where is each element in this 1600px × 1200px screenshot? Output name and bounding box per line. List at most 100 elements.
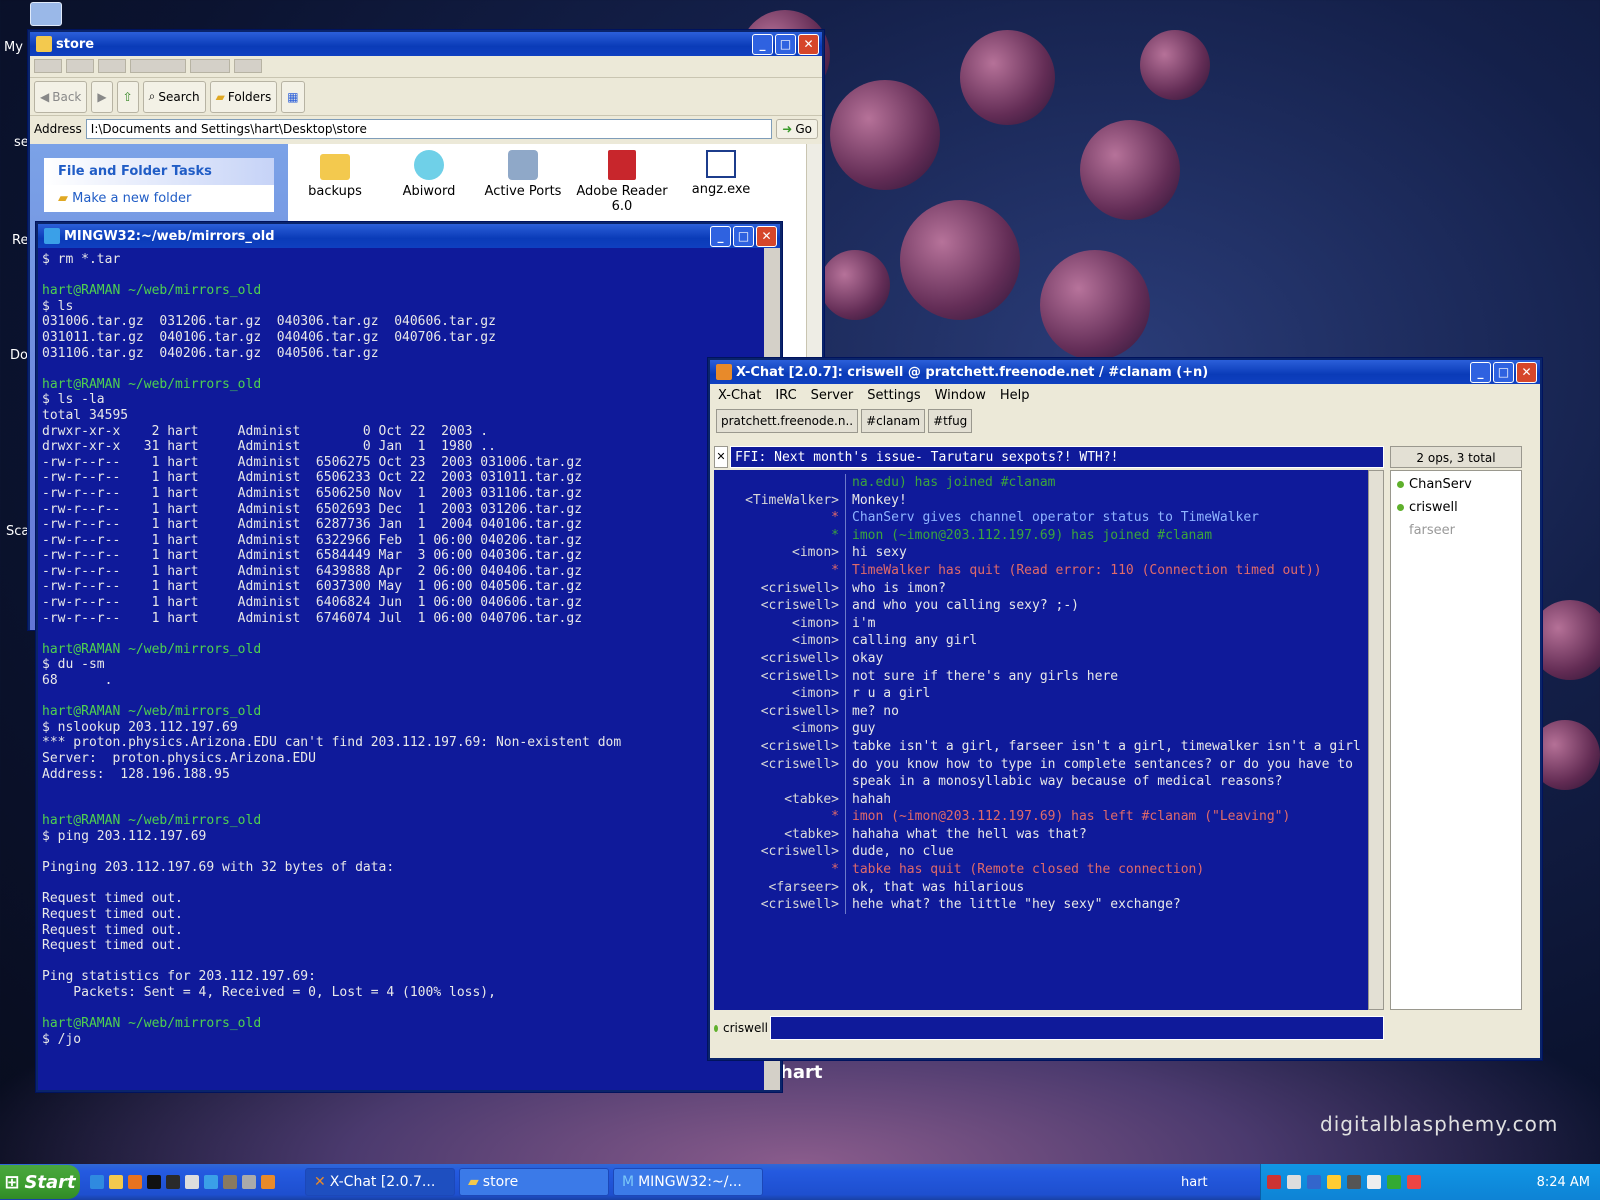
maximize-button[interactable]: □ <box>775 33 796 55</box>
chat-nick[interactable]: <imon> <box>714 614 846 633</box>
file-item[interactable]: Active Ports <box>478 148 568 214</box>
app-icon[interactable] <box>242 1175 256 1189</box>
chat-nick[interactable]: <tabke> <box>714 790 846 809</box>
gimp-icon[interactable] <box>223 1175 237 1189</box>
xchat-titlebar[interactable]: X-Chat [2.0.7]: criswell @ pratchett.fre… <box>710 360 1540 384</box>
minimize-button[interactable]: _ <box>752 33 773 55</box>
chat-nick[interactable]: <criswell> <box>714 737 846 756</box>
chat-nick[interactable]: <farseer> <box>714 878 846 897</box>
task-mingw[interactable]: M MINGW32:~/... <box>613 1168 763 1196</box>
task-xchat[interactable]: ✕ X-Chat [2.0.7... <box>305 1168 455 1196</box>
chat-nick[interactable]: * <box>714 526 846 545</box>
menu-item[interactable] <box>66 59 94 73</box>
search-button[interactable]: ⌕ Search <box>142 80 206 113</box>
chat-nick[interactable]: * <box>714 509 846 527</box>
task-store[interactable]: ▰ store <box>459 1168 609 1196</box>
chat-nick[interactable]: <imon> <box>714 632 846 650</box>
close-button[interactable]: ✕ <box>756 225 777 247</box>
chat-input[interactable] <box>770 1016 1384 1040</box>
menu-window[interactable]: Window <box>935 388 986 403</box>
topic-bar[interactable]: FFI: Next month's issue- Tarutaru sexpot… <box>730 446 1384 468</box>
start-button[interactable]: ⊞ Start <box>0 1165 80 1199</box>
window-icon[interactable] <box>185 1175 199 1189</box>
user-list-item[interactable]: criswell <box>1391 496 1521 519</box>
tab-tfug[interactable]: #tfug <box>928 409 973 433</box>
back-button[interactable]: ◀ Back <box>34 80 88 113</box>
chat-nick[interactable]: <criswell> <box>714 702 846 721</box>
tray-icon[interactable] <box>1287 1175 1301 1189</box>
chat-nick[interactable]: * <box>714 861 846 879</box>
chat-nick[interactable]: <criswell> <box>714 667 846 686</box>
chat-nick[interactable]: <TimeWalker> <box>714 491 846 510</box>
chat-nick[interactable]: <imon> <box>714 685 846 703</box>
menu-help[interactable]: Help <box>1000 388 1030 403</box>
forward-button[interactable]: ▶ <box>91 80 113 113</box>
tray-icon[interactable] <box>1347 1175 1361 1189</box>
cmd-icon[interactable] <box>147 1175 161 1189</box>
desktop-label[interactable]: Do <box>10 348 28 363</box>
maximize-button[interactable]: □ <box>1493 361 1514 383</box>
tray-icon[interactable] <box>1407 1175 1421 1189</box>
chat-nick[interactable]: * <box>714 808 846 826</box>
terminal-window[interactable]: MINGW32:~/web/mirrors_old _ □ ✕ $ rm *.t… <box>36 222 782 1092</box>
topic-close-button[interactable]: ✕ <box>714 446 728 468</box>
tab-clanam[interactable]: #clanam <box>861 409 926 433</box>
chat-nick[interactable]: <tabke> <box>714 825 846 844</box>
desktop-icon[interactable] <box>30 2 62 26</box>
menu-item[interactable] <box>130 59 186 73</box>
tasks-header[interactable]: File and Folder Tasks <box>44 158 274 185</box>
file-item[interactable]: Adobe Reader 6.0 <box>572 148 672 214</box>
xchat-window[interactable]: X-Chat [2.0.7]: criswell @ pratchett.fre… <box>708 358 1542 1060</box>
task-new-folder[interactable]: ▰ Make a new folder <box>44 185 274 212</box>
address-input[interactable]: I:\Documents and Settings\hart\Desktop\s… <box>85 119 773 139</box>
chat-nick[interactable]: <criswell> <box>714 755 846 791</box>
user-list-item[interactable]: ChanServ <box>1391 473 1521 496</box>
chat-log[interactable]: na.edu) has joined #clanam <TimeWalker> Mo… <box>714 470 1368 1010</box>
firefox-icon[interactable] <box>128 1175 142 1189</box>
chat-nick[interactable]: <criswell> <box>714 579 846 598</box>
maximize-button[interactable]: □ <box>733 225 754 247</box>
ie-icon[interactable] <box>90 1175 104 1189</box>
chat-nick[interactable]: <imon> <box>714 720 846 738</box>
terminal-icon[interactable] <box>166 1175 180 1189</box>
up-folder-button[interactable]: ⇧ <box>116 80 139 113</box>
folders-button[interactable]: ▰ Folders <box>209 80 278 113</box>
user-list-item[interactable]: farseer <box>1391 519 1521 542</box>
explorer-titlebar[interactable]: store _ □ ✕ <box>30 32 822 56</box>
file-item[interactable]: angz.exe <box>676 148 766 214</box>
terminal-output[interactable]: $ rm *.tar hart@RAMAN ~/web/mirrors_old $… <box>38 248 764 1090</box>
tray-icon[interactable] <box>1387 1175 1401 1189</box>
terminal-titlebar[interactable]: MINGW32:~/web/mirrors_old _ □ ✕ <box>38 224 780 248</box>
tray-icon[interactable] <box>1327 1175 1341 1189</box>
tray-icon[interactable] <box>1367 1175 1381 1189</box>
menu-item[interactable] <box>98 59 126 73</box>
chat-nick[interactable] <box>714 474 846 492</box>
go-button[interactable]: ➜ Go <box>776 119 818 139</box>
chat-nick[interactable]: <criswell> <box>714 843 846 862</box>
file-item[interactable]: Abiword <box>384 148 474 214</box>
chat-nick[interactable]: <criswell> <box>714 649 846 668</box>
menu-irc[interactable]: IRC <box>775 388 796 403</box>
desktop-label[interactable]: Sca <box>6 524 29 539</box>
close-button[interactable]: ✕ <box>798 33 819 55</box>
chat-nick[interactable]: <criswell> <box>714 896 846 914</box>
chat-nick[interactable]: * <box>714 561 846 580</box>
desktop-label[interactable]: se <box>14 135 29 150</box>
tab-server[interactable]: pratchett.freenode.n.. <box>716 409 859 433</box>
chat-nick[interactable]: <criswell> <box>714 597 846 615</box>
menu-settings[interactable]: Settings <box>867 388 920 403</box>
menu-item[interactable] <box>190 59 230 73</box>
desktop-label[interactable]: My <box>4 40 23 55</box>
clock[interactable]: 8:24 AM <box>1537 1175 1590 1190</box>
xchat-icon[interactable] <box>261 1175 275 1189</box>
menu-server[interactable]: Server <box>811 388 854 403</box>
tray-icon[interactable] <box>1267 1175 1281 1189</box>
views-button[interactable]: ▦ <box>281 80 305 113</box>
mingw-icon[interactable] <box>204 1175 218 1189</box>
chat-scrollbar[interactable] <box>1368 470 1384 1010</box>
desktop-label[interactable]: Re <box>12 233 28 248</box>
minimize-button[interactable]: _ <box>710 225 731 247</box>
minimize-button[interactable]: _ <box>1470 361 1491 383</box>
menu-item[interactable] <box>234 59 262 73</box>
input-nick[interactable]: criswell <box>714 1016 768 1040</box>
